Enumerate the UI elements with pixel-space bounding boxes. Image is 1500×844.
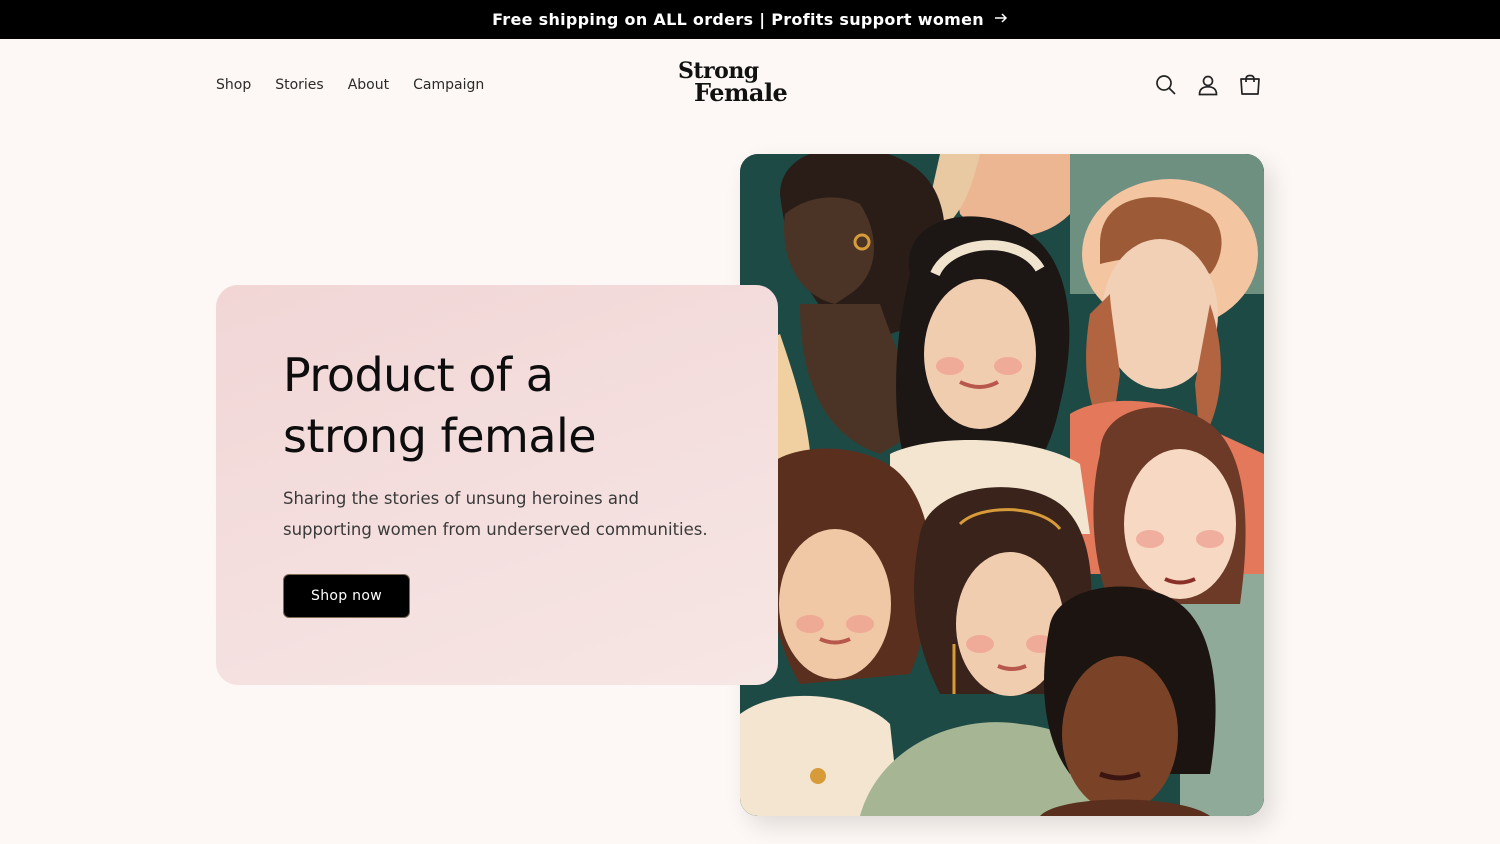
header-actions xyxy=(1154,39,1262,131)
main-nav: Shop Stories About Campaign xyxy=(216,39,484,131)
nav-item-stories[interactable]: Stories xyxy=(275,77,324,93)
announcement-text: Free shipping on ALL orders | Profits su… xyxy=(492,10,984,29)
arrow-right-icon xyxy=(994,10,1008,29)
nav-item-about[interactable]: About xyxy=(348,77,389,93)
cart-icon[interactable] xyxy=(1238,73,1262,97)
site-header: Shop Stories About Campaign Strong Femal… xyxy=(0,39,1500,131)
logo-line-2: Female xyxy=(694,78,788,107)
account-icon[interactable] xyxy=(1196,73,1220,97)
hero-title: Product of a strong female xyxy=(283,348,597,463)
hero-subtitle: Sharing the stories of unsung heroines a… xyxy=(283,489,708,539)
hero-illustration xyxy=(740,154,1264,816)
shop-now-button[interactable]: Shop now xyxy=(283,574,410,618)
announcement-bar[interactable]: Free shipping on ALL orders | Profits su… xyxy=(0,0,1500,39)
site-logo[interactable]: Strong Female xyxy=(672,60,802,111)
nav-item-campaign[interactable]: Campaign xyxy=(413,77,484,93)
search-icon[interactable] xyxy=(1154,73,1178,97)
nav-item-shop[interactable]: Shop xyxy=(216,77,251,93)
hero-card: Product of a strong female Sharing the s… xyxy=(216,285,778,685)
